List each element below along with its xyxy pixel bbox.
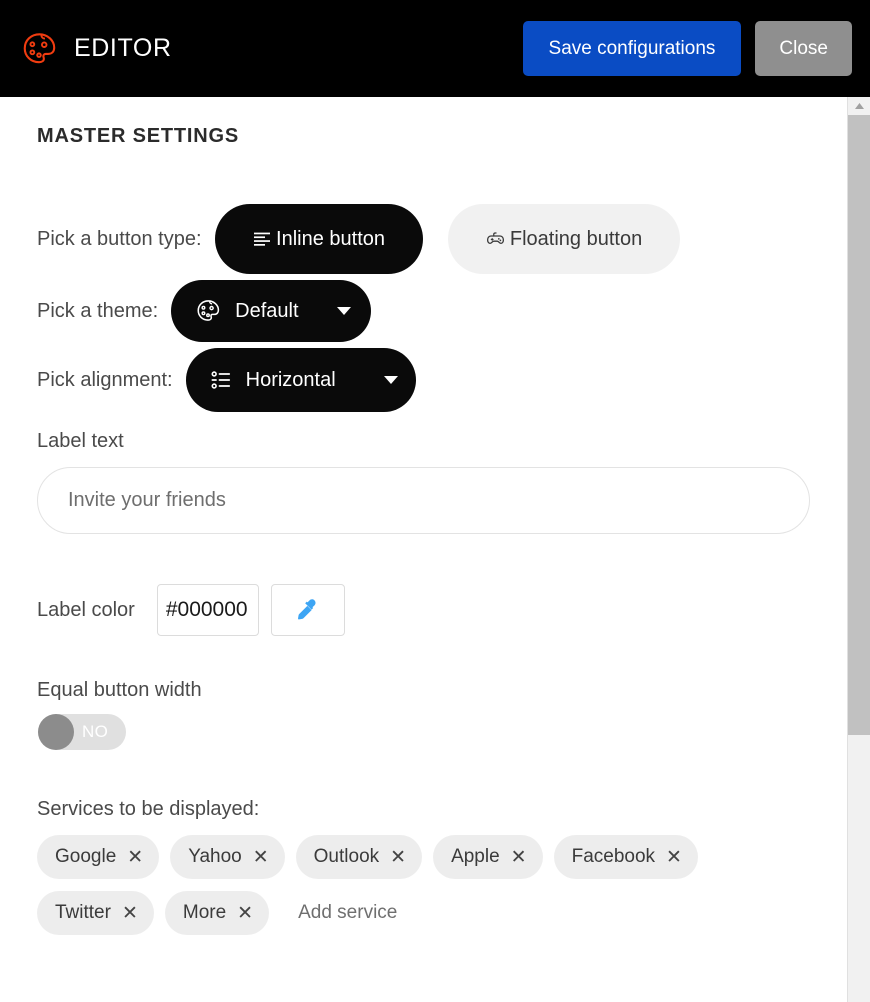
add-service-button[interactable]: Add service	[298, 902, 397, 924]
service-chip-label: Outlook	[313, 846, 380, 867]
theme-row: Pick a theme: Default	[37, 280, 810, 342]
text-lines-icon	[252, 229, 272, 249]
triangle-up-icon	[854, 97, 865, 115]
button-type-row: Pick a button type: Inline button Floati…	[37, 204, 810, 274]
service-chip[interactable]: More ✕	[164, 891, 270, 935]
theme-dropdown[interactable]: Default	[171, 280, 372, 342]
gamepad-icon	[485, 229, 506, 250]
page-title: MASTER SETTINGS	[37, 125, 240, 147]
palette-icon	[195, 298, 221, 324]
alignment-row: Pick alignment: Horizontal	[37, 348, 810, 412]
chevron-down-icon	[383, 376, 398, 384]
service-chip-label: Yahoo	[188, 846, 242, 867]
service-chip[interactable]: Facebook ✕	[553, 835, 698, 879]
palette-icon	[20, 30, 58, 68]
scrollbar-thumb[interactable]	[848, 115, 870, 735]
service-chip[interactable]: Outlook ✕	[295, 835, 423, 879]
button-type-option-inline[interactable]: Inline button	[214, 204, 423, 274]
button-type-option-inline-label: Inline button	[276, 227, 386, 250]
label-color-row: Label color	[37, 584, 810, 636]
header-actions: Save configurations Close	[522, 21, 852, 76]
services-chip-list: Google ✕ Yahoo ✕ Outlook ✕ Apple ✕ Facebook ✕ Twit…	[37, 835, 810, 935]
service-chip-label: Facebook	[571, 846, 656, 867]
close-button[interactable]: Close	[755, 21, 852, 76]
brand: EDITOR	[20, 30, 172, 68]
close-icon[interactable]: ✕	[122, 904, 138, 923]
close-icon[interactable]: ✕	[666, 848, 682, 867]
close-icon[interactable]: ✕	[237, 904, 253, 923]
eyedropper-icon	[295, 597, 321, 623]
alignment-label: Pick alignment:	[37, 368, 173, 391]
settings-panel: MASTER SETTINGS Pick a button type: Inli…	[0, 97, 847, 1002]
equal-width-toggle[interactable]: NO	[38, 714, 126, 750]
app-header: EDITOR Save configurations Close	[0, 0, 870, 97]
close-icon[interactable]: ✕	[127, 848, 143, 867]
close-icon[interactable]: ✕	[511, 848, 527, 867]
editor-window: EDITOR Save configurations Close MASTER …	[0, 0, 870, 1002]
toggle-state-text: NO	[82, 722, 109, 741]
service-chip[interactable]: Twitter ✕	[37, 891, 154, 935]
service-chip-label: More	[182, 902, 227, 923]
alignment-dropdown[interactable]: Horizontal	[185, 348, 416, 412]
close-icon[interactable]: ✕	[253, 848, 269, 867]
label-color-label: Label color	[37, 598, 135, 621]
scroll-up-button[interactable]	[848, 97, 870, 115]
service-chip-label: Twitter	[55, 902, 111, 923]
toggle-knob	[38, 714, 74, 750]
theme-value: Default	[235, 299, 299, 322]
services-label: Services to be displayed:	[37, 798, 260, 820]
app-title: EDITOR	[74, 34, 172, 62]
color-picker-button[interactable]	[270, 584, 345, 636]
label-text-label: Label text	[37, 430, 124, 452]
service-chip[interactable]: Apple ✕	[433, 835, 543, 879]
button-type-label: Pick a button type:	[37, 227, 202, 250]
save-configurations-button[interactable]: Save configurations	[522, 21, 742, 76]
alignment-value: Horizontal	[245, 368, 336, 391]
vertical-scrollbar[interactable]	[847, 97, 870, 1002]
chevron-down-icon	[337, 307, 352, 315]
equal-width-label: Equal button width	[37, 679, 202, 701]
button-type-option-floating[interactable]: Floating button	[447, 204, 680, 274]
theme-label: Pick a theme:	[37, 299, 159, 322]
label-color-input[interactable]	[156, 584, 259, 636]
button-type-option-floating-label: Floating button	[509, 227, 643, 250]
close-icon[interactable]: ✕	[390, 848, 406, 867]
service-chip[interactable]: Yahoo ✕	[170, 835, 285, 879]
service-chip-label: Apple	[451, 846, 500, 867]
service-chip-label: Google	[55, 846, 117, 867]
label-text-input[interactable]	[37, 467, 810, 534]
service-chip[interactable]: Google ✕	[37, 835, 160, 879]
bullet-list-icon	[210, 368, 234, 392]
